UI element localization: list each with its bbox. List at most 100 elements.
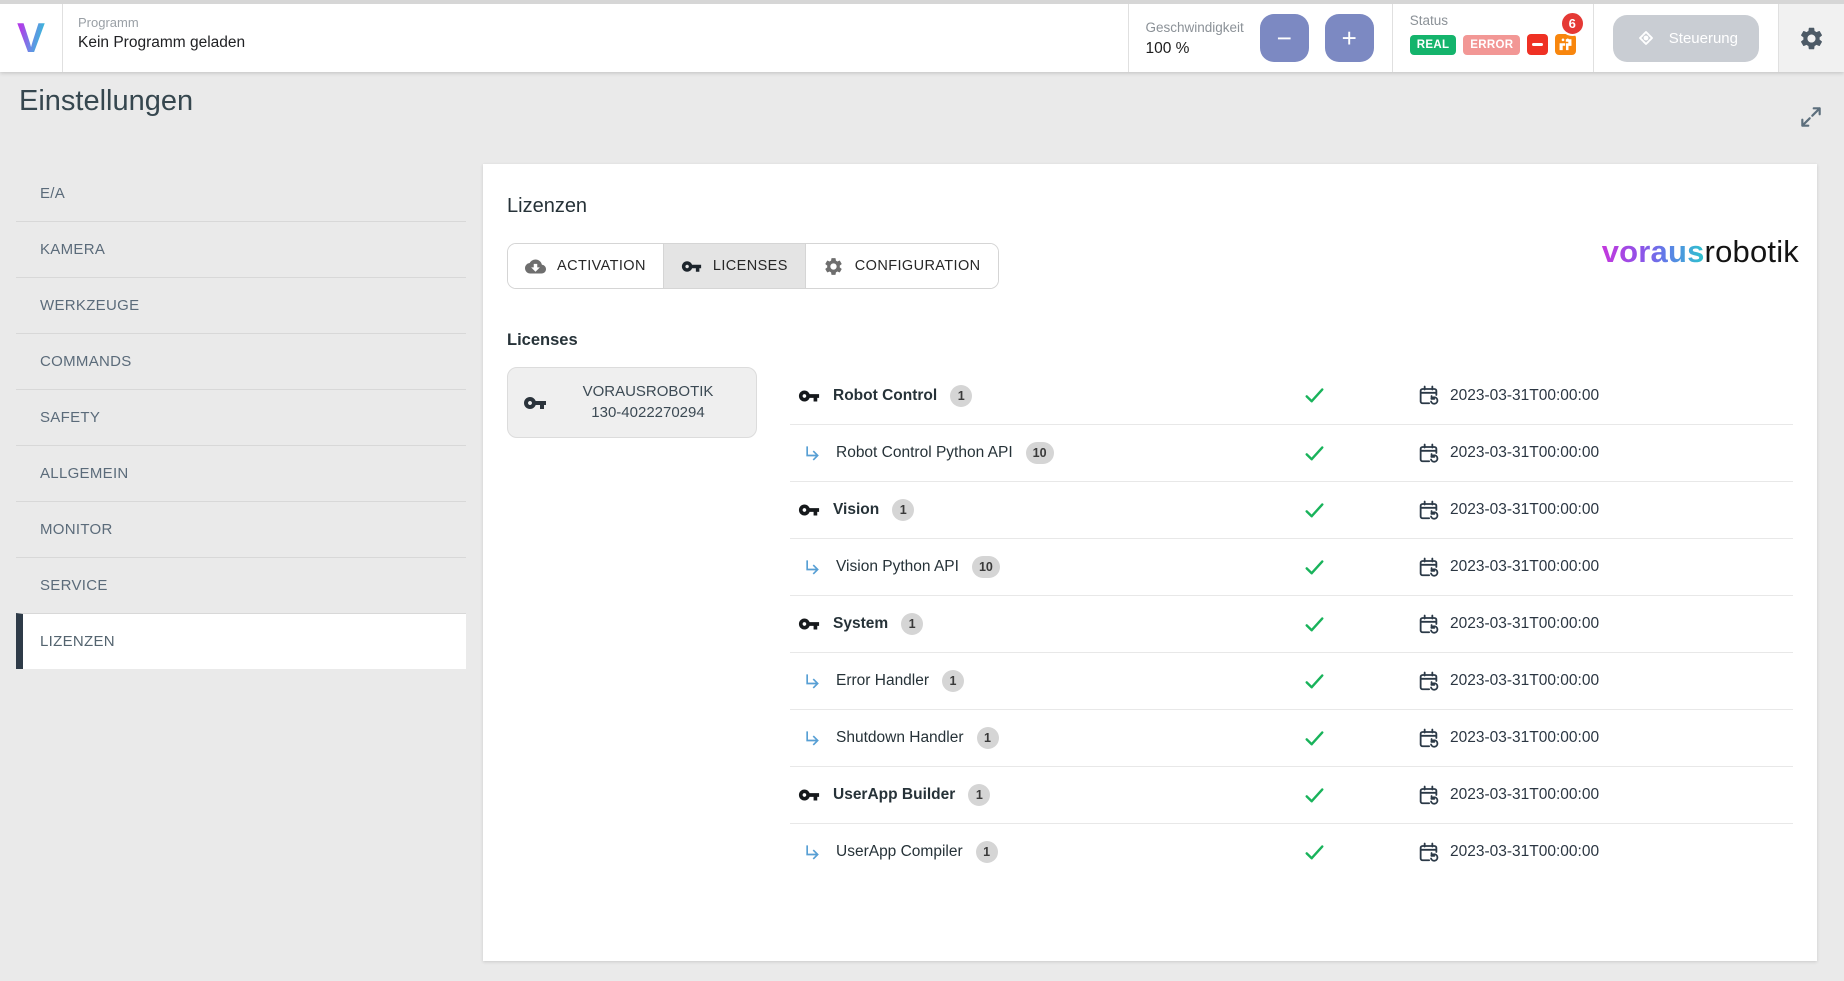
key-icon xyxy=(681,256,702,277)
steuerung-section: Steuerung xyxy=(1594,4,1778,72)
license-list: Robot Control 1 2023-03-31T00:00:00 xyxy=(790,367,1793,880)
license-row[interactable]: Shutdown Handler 1 2023-03-31T00:00:00 xyxy=(790,709,1793,766)
license-row[interactable]: Robot Control 1 2023-03-31T00:00:00 xyxy=(790,367,1793,424)
calendar-refresh-icon xyxy=(1417,442,1440,465)
minus-icon xyxy=(1527,34,1548,55)
tab-label: LICENSES xyxy=(713,258,788,274)
license-name: Shutdown Handler xyxy=(836,729,964,747)
settings-sidebar: E/A KAMERA WERKZEUGE COMMANDS SAFETY ALL… xyxy=(16,165,466,669)
key-icon xyxy=(798,613,820,635)
tab-configuration[interactable]: CONFIGURATION xyxy=(805,244,998,288)
sidebar-item-werkzeuge[interactable]: WERKZEUGE xyxy=(16,277,466,333)
sidebar-item-service[interactable]: SERVICE xyxy=(16,557,466,613)
license-row[interactable]: Error Handler 1 2023-03-31T00:00:00 xyxy=(790,652,1793,709)
license-count-badge: 1 xyxy=(901,613,923,635)
tab-label: ACTIVATION xyxy=(557,258,646,274)
license-key-card[interactable]: VORAUSROBOTIK 130-4022270294 xyxy=(507,367,757,438)
settings-button[interactable] xyxy=(1778,4,1844,72)
sidebar-item-label: COMMANDS xyxy=(40,353,132,370)
tab-licenses[interactable]: LICENSES xyxy=(663,244,805,288)
tab-label: CONFIGURATION xyxy=(855,258,981,274)
key-icon xyxy=(798,499,820,521)
license-count-badge: 1 xyxy=(968,784,990,806)
gear-icon xyxy=(1798,25,1825,52)
license-count-badge: 1 xyxy=(950,385,972,407)
sidebar-item-safety[interactable]: SAFETY xyxy=(16,389,466,445)
program-value: Kein Programm geladen xyxy=(78,34,1128,52)
subdirectory-arrow-icon xyxy=(803,671,823,691)
sidebar-item-allgemein[interactable]: ALLGEMEIN xyxy=(16,445,466,501)
check-icon xyxy=(1302,498,1327,523)
check-icon xyxy=(1302,612,1327,637)
check-icon xyxy=(1302,555,1327,580)
subdirectory-arrow-icon xyxy=(803,842,823,862)
status-badge-real: REAL xyxy=(1410,35,1457,55)
license-row[interactable]: Vision Python API 10 2023-03-31T00:00:00 xyxy=(790,538,1793,595)
license-expiry: 2023-03-31T00:00:00 xyxy=(1450,843,1599,861)
robot-icon xyxy=(1555,34,1576,55)
check-icon xyxy=(1302,840,1327,865)
license-row[interactable]: System 1 2023-03-31T00:00:00 xyxy=(790,595,1793,652)
license-row[interactable]: Robot Control Python API 10 2023-03-31T0… xyxy=(790,424,1793,481)
license-name: UserApp Compiler xyxy=(836,843,963,861)
tab-activation[interactable]: ACTIVATION xyxy=(508,244,663,288)
license-name: UserApp Builder xyxy=(833,786,955,804)
license-expiry: 2023-03-31T00:00:00 xyxy=(1450,444,1599,462)
check-icon xyxy=(1302,441,1327,466)
license-expiry: 2023-03-31T00:00:00 xyxy=(1450,615,1599,633)
key-icon xyxy=(798,784,820,806)
license-expiry: 2023-03-31T00:00:00 xyxy=(1450,387,1599,405)
expand-icon xyxy=(1798,104,1824,130)
program-label: Programm xyxy=(78,15,1128,30)
license-name: Robot Control xyxy=(833,387,937,405)
minus-icon: − xyxy=(1277,25,1292,51)
check-icon xyxy=(1302,783,1327,808)
calendar-refresh-icon xyxy=(1417,784,1440,807)
check-icon xyxy=(1302,726,1327,751)
sidebar-item-kamera[interactable]: KAMERA xyxy=(16,221,466,277)
vorausrobotik-logo: vorausrobotik xyxy=(1602,234,1799,270)
steuerung-button-label: Steuerung xyxy=(1669,30,1738,47)
license-row[interactable]: Vision 1 2023-03-31T00:00:00 xyxy=(790,481,1793,538)
speed-increase-button[interactable]: + xyxy=(1325,14,1374,62)
speed-value: 100 % xyxy=(1145,40,1243,58)
speed-decrease-button[interactable]: − xyxy=(1260,14,1309,62)
license-name: Robot Control Python API xyxy=(836,444,1013,462)
license-row[interactable]: UserApp Compiler 1 2023-03-31T00:00:00 xyxy=(790,823,1793,880)
subdirectory-arrow-icon xyxy=(803,443,823,463)
sidebar-item-label: MONITOR xyxy=(40,521,113,538)
license-count-badge: 1 xyxy=(942,670,964,692)
subdirectory-arrow-icon xyxy=(803,728,823,748)
check-icon xyxy=(1302,669,1327,694)
license-name: Vision Python API xyxy=(836,558,959,576)
steuerung-button[interactable]: Steuerung xyxy=(1613,15,1759,62)
sidebar-item-label: ALLGEMEIN xyxy=(40,465,129,482)
top-bar: V Programm Kein Programm geladen Geschwi… xyxy=(0,0,1844,72)
license-count-badge: 1 xyxy=(892,499,914,521)
voraus-v-logo: V xyxy=(17,17,45,59)
calendar-refresh-icon xyxy=(1417,841,1440,864)
license-expiry: 2023-03-31T00:00:00 xyxy=(1450,558,1599,576)
calendar-refresh-icon xyxy=(1417,556,1440,579)
sidebar-item-label: E/A xyxy=(40,185,65,202)
sidebar-item-monitor[interactable]: MONITOR xyxy=(16,501,466,557)
key-icon xyxy=(523,391,547,415)
sidebar-item-lizenzen[interactable]: LIZENZEN xyxy=(16,613,466,669)
sidebar-item-e-a[interactable]: E/A xyxy=(16,165,466,221)
status-badge-error: ERROR xyxy=(1463,35,1520,55)
check-icon xyxy=(1302,383,1327,408)
panel-title: Lizenzen xyxy=(507,195,1793,218)
license-key-column: VORAUSROBOTIK 130-4022270294 xyxy=(507,367,790,880)
sidebar-item-label: SAFETY xyxy=(40,409,100,426)
calendar-refresh-icon xyxy=(1417,727,1440,750)
speed-section: Geschwindigkeit 100 % − + xyxy=(1128,4,1391,72)
license-expiry: 2023-03-31T00:00:00 xyxy=(1450,672,1599,690)
brand-voraus: voraus xyxy=(1602,234,1705,269)
expand-button[interactable] xyxy=(1798,102,1828,132)
lizenzen-panel: Lizenzen ACTIVATION LICENSES CONFIGURATI… xyxy=(483,164,1817,961)
license-row[interactable]: UserApp Builder 1 2023-03-31T00:00:00 xyxy=(790,766,1793,823)
brand-robotik: robotik xyxy=(1705,234,1799,269)
license-name: Error Handler xyxy=(836,672,929,690)
sidebar-item-commands[interactable]: COMMANDS xyxy=(16,333,466,389)
status-section: Status REAL ERROR 6 xyxy=(1392,4,1594,72)
